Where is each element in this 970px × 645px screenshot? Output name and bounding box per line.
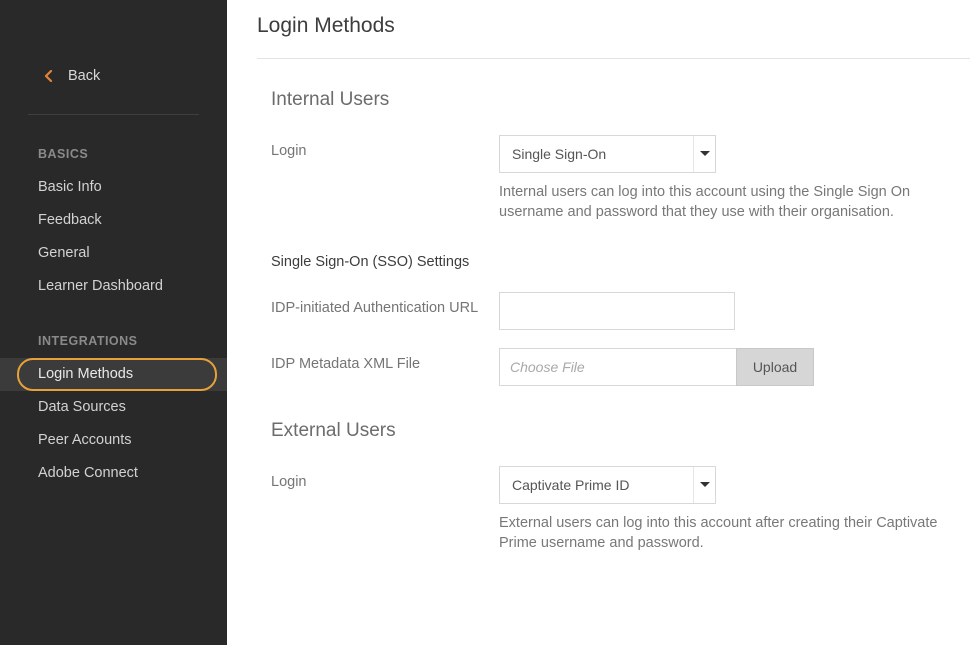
internal-login-select-wrap: Single Sign-On (499, 135, 716, 173)
idp-file-label: IDP Metadata XML File (271, 348, 499, 372)
internal-users-heading: Internal Users (271, 89, 950, 111)
upload-button[interactable]: Upload (736, 348, 814, 386)
sidebar-item-login-methods[interactable]: Login Methods (0, 358, 227, 391)
sidebar-item-adobe-connect[interactable]: Adobe Connect (0, 457, 227, 490)
external-users-heading: External Users (271, 420, 950, 442)
external-login-help: External users can log into this account… (499, 514, 939, 553)
idp-file-input[interactable] (499, 348, 737, 386)
sidebar-item-general[interactable]: General (0, 237, 227, 270)
internal-login-select[interactable]: Single Sign-On (499, 135, 716, 173)
external-login-select[interactable]: Captivate Prime ID (499, 466, 716, 504)
sidebar-section-basics: BASICS (0, 115, 227, 171)
sidebar-item-peer-accounts[interactable]: Peer Accounts (0, 424, 227, 457)
internal-login-label: Login (271, 135, 499, 159)
idp-url-input[interactable] (499, 292, 735, 330)
sidebar: Back BASICS Basic Info Feedback General … (0, 0, 227, 645)
internal-login-help: Internal users can log into this account… (499, 183, 939, 222)
page-title: Login Methods (257, 14, 970, 38)
external-login-select-wrap: Captivate Prime ID (499, 466, 716, 504)
sidebar-item-basic-info[interactable]: Basic Info (0, 171, 227, 204)
sso-settings-heading: Single Sign-On (SSO) Settings (271, 254, 950, 270)
back-label: Back (68, 68, 100, 84)
chevron-left-icon (42, 69, 56, 83)
back-button[interactable]: Back (0, 60, 227, 102)
main-content: Login Methods Internal Users Login Singl… (227, 0, 970, 645)
sidebar-item-learner-dashboard[interactable]: Learner Dashboard (0, 270, 227, 303)
sidebar-item-feedback[interactable]: Feedback (0, 204, 227, 237)
sidebar-section-integrations: INTEGRATIONS (0, 302, 227, 358)
external-login-label: Login (271, 466, 499, 490)
sidebar-item-data-sources[interactable]: Data Sources (0, 391, 227, 424)
idp-url-label: IDP-initiated Authentication URL (271, 292, 499, 316)
